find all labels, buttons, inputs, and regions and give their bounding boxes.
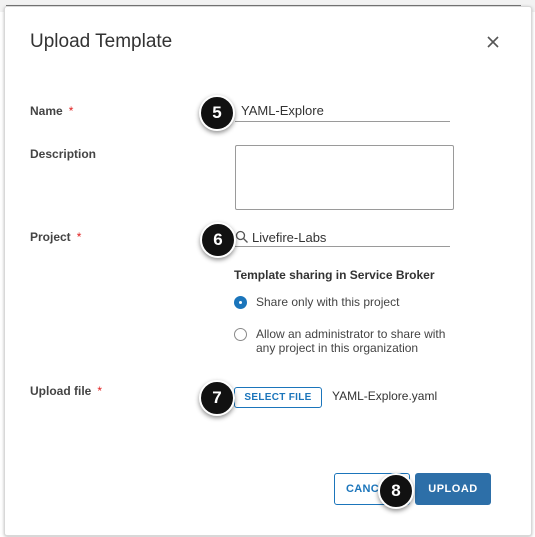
- sharing-heading: Template sharing in Service Broker: [234, 268, 435, 282]
- callout-7: 7: [199, 380, 235, 416]
- radio-share-project-label: Share only with this project: [256, 295, 400, 309]
- upload-template-dialog: Upload Template Name * YAML-Explore 5 Des…: [4, 6, 532, 536]
- description-label: Description: [30, 147, 97, 161]
- callout-5: 5: [199, 95, 235, 131]
- dialog-title: Upload Template: [30, 31, 173, 52]
- project-label: Project *: [30, 230, 81, 244]
- upload-file-label: Upload file *: [30, 384, 102, 398]
- description-textarea[interactable]: [235, 145, 454, 210]
- name-label: Name *: [30, 104, 73, 118]
- radio-share-admin-label-line1: Allow an administrator to share with: [256, 327, 446, 341]
- required-mark: *: [68, 104, 74, 118]
- project-input-value: Livefire-Labs: [252, 230, 327, 245]
- upload-file-label-text: Upload file: [30, 384, 92, 398]
- required-mark: *: [76, 230, 82, 244]
- radio-share-admin-label-line2: any project in this organization: [256, 341, 419, 355]
- required-mark: *: [97, 384, 103, 398]
- callout-8: 8: [378, 473, 414, 509]
- search-icon: [235, 230, 249, 249]
- callout-6: 6: [200, 222, 236, 258]
- close-icon[interactable]: [482, 31, 504, 53]
- selected-filename: YAML-Explore.yaml: [332, 389, 438, 403]
- project-label-text: Project: [30, 230, 71, 244]
- name-input-value: YAML-Explore: [241, 103, 324, 118]
- select-file-button[interactable]: SELECT FILE: [234, 387, 322, 408]
- radio-share-admin-label: Allow an administrator to share with any…: [256, 327, 445, 355]
- radio-share-admin[interactable]: [234, 328, 247, 341]
- upload-button[interactable]: UPLOAD: [415, 473, 491, 505]
- radio-share-project[interactable]: [234, 296, 247, 309]
- name-label-text: Name: [30, 104, 63, 118]
